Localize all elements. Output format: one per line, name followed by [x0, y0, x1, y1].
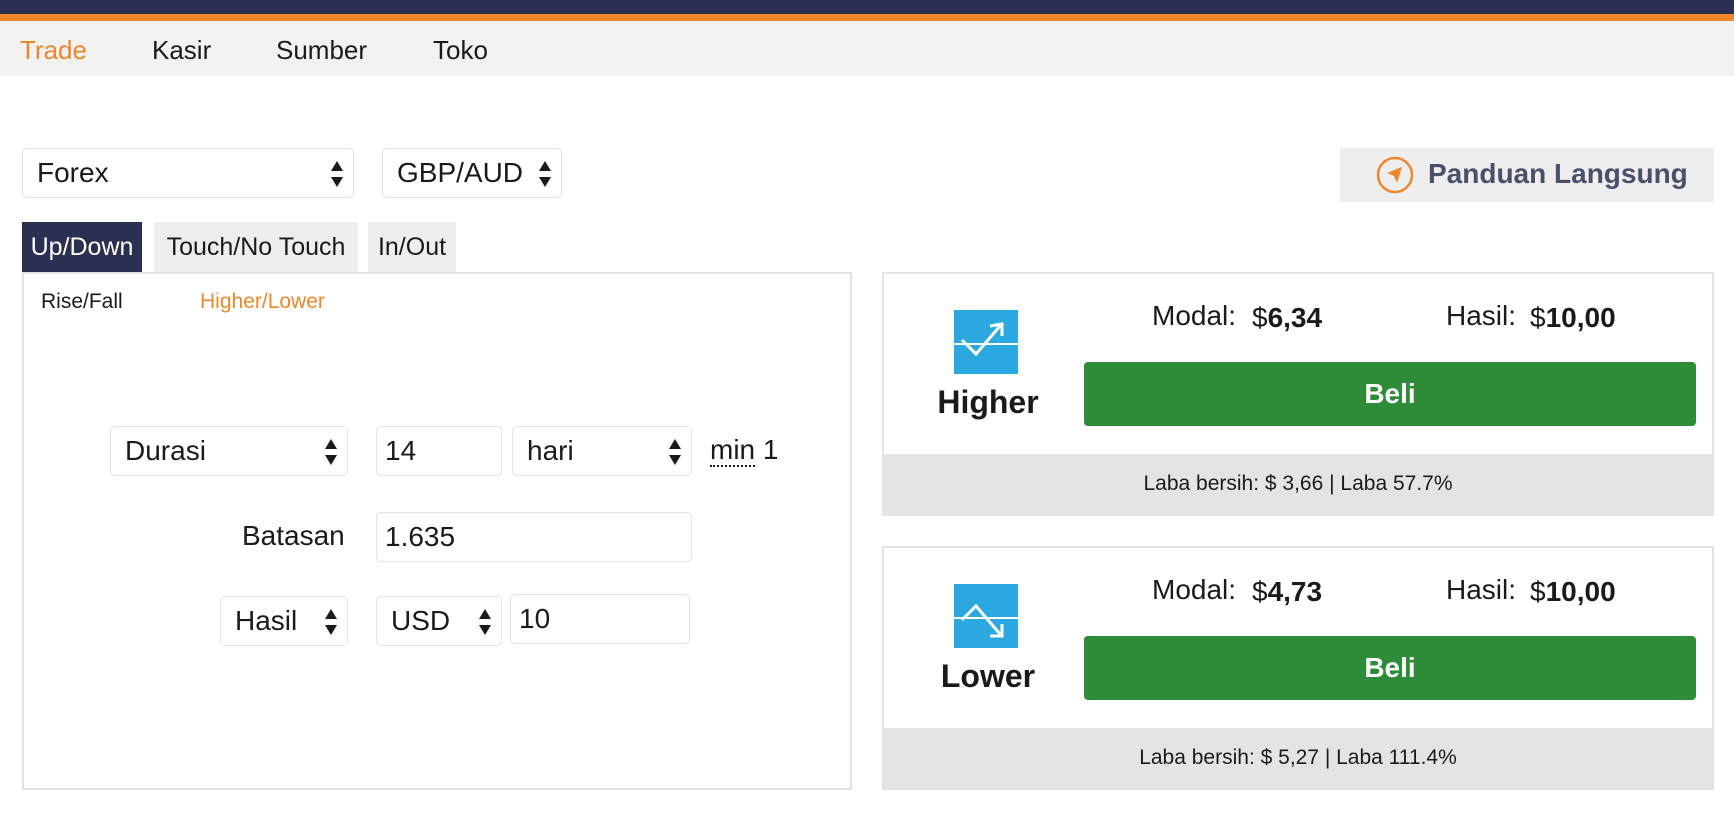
currency-value: USD [391, 605, 451, 636]
higher-profit-summary: Laba bersih: $ 3,66 | Laba 57.7% [884, 454, 1712, 514]
currency-symbol: $ [1252, 302, 1268, 333]
symbol-select[interactable]: GBP/AUD [382, 148, 562, 198]
market-select[interactable]: Forex [22, 148, 354, 198]
compass-icon [1376, 156, 1414, 194]
duration-unit-value: hari [527, 435, 574, 466]
lower-payout-label: Hasil: [1446, 574, 1517, 605]
higher-stake-value: 6,34 [1267, 302, 1323, 333]
higher-payout-value: 10,00 [1545, 302, 1616, 333]
nav-kasir[interactable]: Kasir [152, 35, 211, 66]
lower-payout: $10,00 [1530, 576, 1616, 608]
currency-symbol: $ [1530, 302, 1546, 333]
select-arrows-icon [669, 437, 681, 467]
duration-min-value: 1 [762, 434, 779, 465]
lower-title: Lower [940, 658, 1036, 694]
payout-type-select[interactable]: Hasil [220, 596, 348, 646]
lower-profit-summary: Laba bersih: $ 5,27 | Laba 111.4% [884, 728, 1712, 788]
duration-min-label: min [710, 434, 756, 467]
lower-stake: $4,73 [1252, 576, 1322, 608]
nav-trade[interactable]: Trade [20, 35, 87, 66]
barrier-label: Batasan [242, 520, 345, 551]
payout-type-value: Hasil [235, 605, 298, 636]
tab-in-out[interactable]: In/Out [368, 222, 456, 272]
top-accent-stripe [0, 14, 1734, 21]
contract-card-higher: Higher Modal: $6,34 Hasil: $10,00 Beli L… [882, 272, 1714, 516]
select-arrows-icon [331, 159, 343, 189]
currency-symbol: $ [1252, 576, 1268, 607]
live-guide-button[interactable]: Panduan Langsung [1340, 148, 1714, 202]
higher-payout-label: Hasil: [1446, 300, 1517, 331]
higher-title: Higher [937, 384, 1039, 420]
duration-type-value: Durasi [125, 435, 206, 466]
higher-stake-label: Modal: [1152, 300, 1237, 331]
subtab-rise-fall[interactable]: Rise/Fall [41, 290, 123, 314]
tab-up-down[interactable]: Up/Down [22, 222, 142, 272]
top-brand-bar [0, 0, 1734, 14]
duration-type-select[interactable]: Durasi [110, 426, 348, 476]
duration-value-input[interactable]: 14 [376, 426, 502, 476]
lower-trend-icon [954, 584, 1018, 648]
duration-min-hint: min 1 [710, 434, 779, 467]
select-arrows-icon [325, 607, 337, 637]
contract-card-lower: Lower Modal: $4,73 Hasil: $10,00 Beli La… [882, 546, 1714, 790]
lower-stake-value: 4,73 [1267, 576, 1323, 607]
buy-higher-button[interactable]: Beli [1084, 362, 1696, 426]
select-arrows-icon [325, 437, 337, 467]
nav-sumber[interactable]: Sumber [276, 35, 367, 66]
lower-stake-label: Modal: [1152, 574, 1237, 605]
subtab-higher-lower[interactable]: Higher/Lower [200, 290, 325, 314]
nav-toko[interactable]: Toko [433, 35, 488, 66]
symbol-select-value: GBP/AUD [397, 157, 524, 188]
select-arrows-icon [539, 159, 551, 189]
higher-trend-icon [954, 310, 1018, 374]
live-guide-label: Panduan Langsung [1428, 158, 1688, 189]
higher-payout: $10,00 [1530, 302, 1616, 334]
currency-select[interactable]: USD [376, 596, 502, 646]
barrier-input[interactable]: 1.635 [376, 512, 692, 562]
tab-touch-no-touch[interactable]: Touch/No Touch [154, 222, 358, 272]
higher-stake: $6,34 [1252, 302, 1322, 334]
currency-symbol: $ [1530, 576, 1546, 607]
select-arrows-icon [479, 607, 491, 637]
amount-input[interactable]: 10 [510, 594, 690, 644]
buy-lower-button[interactable]: Beli [1084, 636, 1696, 700]
duration-unit-select[interactable]: hari [512, 426, 692, 476]
lower-payout-value: 10,00 [1545, 576, 1616, 607]
market-select-value: Forex [37, 157, 109, 188]
main-nav: Trade Kasir Sumber Toko [0, 21, 1734, 76]
trade-form-panel: Rise/Fall Higher/Lower Durasi 14 hari mi… [22, 272, 852, 790]
